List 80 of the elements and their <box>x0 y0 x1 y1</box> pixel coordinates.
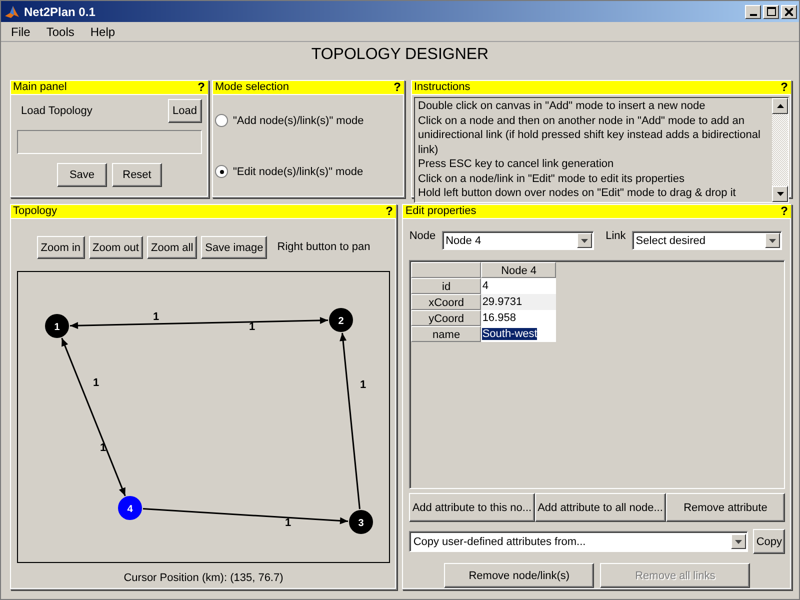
toolbar-button[interactable]: Zoom out <box>88 236 143 259</box>
app-logo-icon <box>4 4 20 20</box>
panel-title: Instructions <box>414 81 470 94</box>
window-title: Net2Plan 0.1 <box>24 4 96 18</box>
network-node[interactable]: 4 <box>118 496 142 520</box>
link-label: 1 <box>249 321 256 333</box>
panel-title: Mode selection <box>215 81 289 94</box>
toolbar-button[interactable]: Zoom all <box>146 236 198 259</box>
link-arrow[interactable] <box>142 508 348 524</box>
link-label: 1 <box>285 517 292 529</box>
attribute-button[interactable]: Add attribute to this no... <box>409 493 535 522</box>
instruction-line: Press ESC key to cancel link generation <box>418 157 615 172</box>
panel-title: Edit properties <box>405 205 476 218</box>
panel-title: Main panel <box>13 81 67 94</box>
help-button[interactable]: ? <box>780 81 788 94</box>
link-label: 1 <box>93 377 100 389</box>
help-button[interactable]: ? <box>386 205 393 218</box>
load-button[interactable]: Load <box>168 99 202 123</box>
column-header: Node 4 <box>481 262 556 278</box>
menu-item[interactable]: File <box>3 24 38 38</box>
scroll-down-icon <box>776 192 784 196</box>
toolbar-button[interactable]: Zoom in <box>36 236 85 259</box>
panel-button[interactable]: Reset <box>112 163 162 187</box>
help-button[interactable]: ? <box>394 81 401 94</box>
close-button[interactable] <box>781 4 797 18</box>
attribute-button[interactable]: Add attribute to all node... <box>534 493 666 522</box>
menu-item[interactable]: Tools <box>38 24 82 38</box>
link-dropdown[interactable]: Select desired <box>632 231 782 250</box>
caret-icon <box>580 238 588 242</box>
link-label: 1 <box>360 379 366 391</box>
minimize-icon <box>750 14 756 16</box>
caret-icon <box>735 540 742 544</box>
panel-title: Topology <box>13 205 58 218</box>
node-label: Node <box>409 229 436 242</box>
row-header: xCoord <box>411 294 482 310</box>
cursor-position: Cursor Position (km): (135, 76.7) <box>124 572 284 584</box>
table-header-cell <box>411 262 482 278</box>
remove-button[interactable]: Remove node/link(s) <box>444 563 594 588</box>
attribute-button[interactable]: Remove attribute <box>666 493 785 522</box>
node-dropdown[interactable]: Node 4 <box>442 231 594 250</box>
copy-button[interactable]: Copy <box>753 529 785 554</box>
maximize-button[interactable] <box>763 4 779 18</box>
panel-button[interactable]: Save <box>57 163 107 187</box>
link-label: 1 <box>100 442 106 454</box>
mode-radio-option[interactable]: "Edit node(s)/link(s)" mode <box>215 165 402 178</box>
menu-item[interactable]: Help <box>82 24 124 38</box>
link-label: 1 <box>153 311 160 323</box>
page-heading: TOPOLOGY DESIGNER <box>310 45 490 65</box>
load-topology-label: Load Topology <box>20 104 92 117</box>
table-cell[interactable]: 4 <box>481 278 556 294</box>
table-cell[interactable]: South-west <box>481 326 556 342</box>
scrollbar[interactable] <box>772 98 788 202</box>
table-cell[interactable]: 29.9731 <box>481 294 556 310</box>
pan-hint: Right button to pan <box>277 241 370 253</box>
minimize-button[interactable] <box>745 4 761 18</box>
canvas-frame[interactable] <box>17 271 390 563</box>
network-node[interactable]: 3 <box>349 510 373 534</box>
mode-radio-option[interactable]: "Add node(s)/link(s)" mode <box>215 114 402 127</box>
toolbar-button[interactable]: Save image <box>201 236 268 259</box>
copy-attributes-dropdown[interactable]: Copy user-defined attributes from... <box>409 531 748 552</box>
file-path-field[interactable] <box>17 130 202 154</box>
close-icon <box>785 8 793 16</box>
network-node[interactable]: 2 <box>329 308 353 332</box>
link-arrow[interactable] <box>340 332 360 510</box>
link-label: Link <box>606 229 626 242</box>
instruction-line: Hold left button down over nodes on "Edit" mode to drag & drop it <box>418 186 737 200</box>
scroll-up-icon <box>776 104 784 108</box>
caret-icon <box>768 238 776 242</box>
network-node[interactable]: 1 <box>45 314 69 338</box>
instruction-line: Click on a node and then on another node in "Add" mode to add an unidirectional link (if hold pressed shift key instead adds a bidirectional link) <box>418 114 762 157</box>
help-button[interactable]: ? <box>780 205 788 218</box>
row-header: id <box>411 278 482 294</box>
table-cell[interactable]: 16.958 <box>481 310 556 326</box>
row-header: name <box>411 326 482 342</box>
row-header: yCoord <box>411 310 482 326</box>
link-arrow[interactable] <box>61 338 126 496</box>
maximize-icon <box>766 7 776 16</box>
instruction-line: Click on a node/link in "Edit" mode to edit its properties <box>418 172 686 186</box>
help-button[interactable]: ? <box>198 81 205 94</box>
instruction-line: Double click on canvas in "Add" mode to insert a new node <box>418 99 706 114</box>
